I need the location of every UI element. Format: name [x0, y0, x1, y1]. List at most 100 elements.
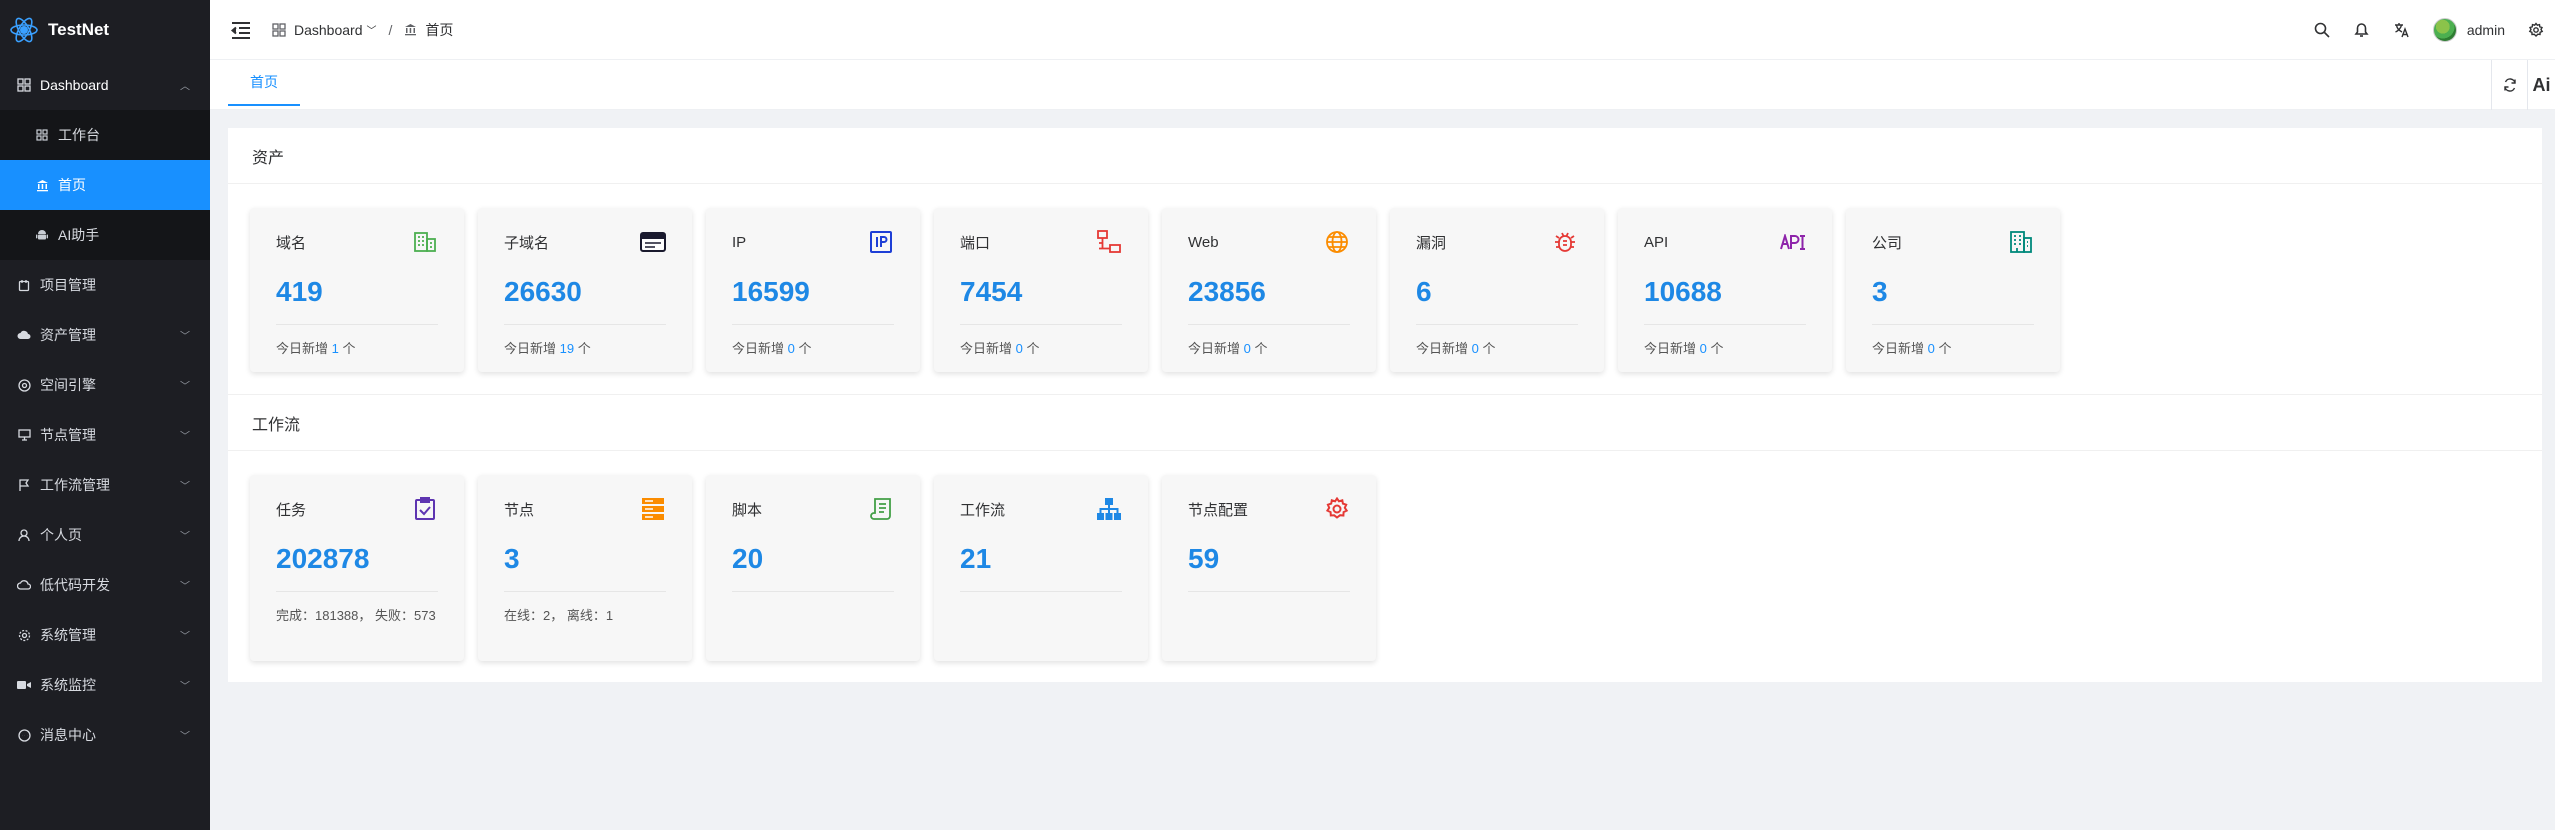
- footer-suffix: 个: [1254, 341, 1268, 356]
- stat-card-tasks[interactable]: 任务 202878 完成：181388， 失败：573: [250, 475, 464, 661]
- today-count: 0: [787, 341, 795, 356]
- card-footer: 今日新增 1 个: [276, 339, 438, 359]
- bell-icon[interactable]: [2353, 21, 2371, 39]
- sidebar-item-assets[interactable]: 资产管理 ﹀: [0, 310, 210, 360]
- cloud-outline-icon: [16, 577, 32, 593]
- stat-card-web[interactable]: Web 23856 今日新增 0 个: [1162, 208, 1376, 372]
- footer-suffix: 个: [1938, 341, 1952, 356]
- sidebar: TestNet Dashboard ︿ 工作台 首页 AI助手 项目管理 资产管…: [0, 0, 210, 830]
- sidebar-item-ai-assistant[interactable]: AI助手: [0, 210, 210, 260]
- breadcrumb-current: 首页: [425, 21, 454, 38]
- divider: [732, 324, 894, 325]
- chevron-down-icon: ﹀: [180, 431, 190, 443]
- bank-icon: [405, 24, 417, 36]
- tab-tools: Ai: [2491, 60, 2555, 110]
- sidebar-item-nodes[interactable]: 节点管理 ﹀: [0, 410, 210, 460]
- dashboard-icon: [272, 22, 286, 37]
- footer-prefix: 今日新增: [504, 341, 557, 356]
- logo-icon: [10, 17, 38, 43]
- card-label: 漏洞: [1416, 234, 1447, 252]
- dashboard-icon: [16, 77, 32, 93]
- assets-section: 资产 域名 419 今日新增 1 个 子域名 26630 今日新增 19 个 I…: [228, 128, 2542, 394]
- footer-prefix: 今日新增: [276, 341, 329, 356]
- card-value: 6: [1416, 276, 1432, 307]
- sidebar-item-profile[interactable]: 个人页 ﹀: [0, 510, 210, 560]
- stat-card-domain[interactable]: 域名 419 今日新增 1 个: [250, 208, 464, 372]
- app-name: TestNet: [48, 20, 110, 39]
- stat-card-api[interactable]: API 10688 今日新增 0 个: [1618, 208, 1832, 372]
- monitor-icon: [16, 427, 32, 443]
- stat-card-ip[interactable]: IP 16599 今日新增 0 个: [706, 208, 920, 372]
- sidebar-item-workflow-mgmt[interactable]: 工作流管理 ﹀: [0, 460, 210, 510]
- footer-prefix: 今日新增: [1416, 341, 1469, 356]
- company-icon: [2008, 229, 2034, 255]
- stat-card-scripts[interactable]: 脚本 20: [706, 475, 920, 661]
- sidebar-item-system[interactable]: 系统管理 ﹀: [0, 610, 210, 660]
- stat-card-subdomain[interactable]: 子域名 26630 今日新增 19 个: [478, 208, 692, 372]
- sidebar-item-home[interactable]: 首页: [0, 160, 210, 210]
- card-footer: 今日新增 0 个: [960, 339, 1122, 359]
- ip-icon: [868, 229, 894, 255]
- sidebar-item-label: AI助手: [58, 227, 100, 243]
- today-count: 1: [331, 341, 339, 356]
- card-label: Web: [1188, 233, 1219, 251]
- footer-suffix: 个: [1482, 341, 1496, 356]
- stat-card-node-config[interactable]: 节点配置 59: [1162, 475, 1376, 661]
- header-actions: admin: [2313, 0, 2555, 60]
- user-menu[interactable]: admin: [2432, 18, 2505, 42]
- section-title: 资产: [228, 128, 2542, 184]
- breadcrumb-root[interactable]: Dashboard: [294, 22, 363, 38]
- refresh-icon[interactable]: [2491, 60, 2527, 110]
- sidebar-item-workbench[interactable]: 工作台: [0, 110, 210, 160]
- cloud-icon: [16, 327, 32, 343]
- sidebar-item-project[interactable]: 项目管理: [0, 260, 210, 310]
- script-icon: [868, 496, 894, 522]
- sidebar-item-label: 工作台: [58, 127, 100, 143]
- avatar: [2432, 18, 2457, 42]
- brand[interactable]: TestNet: [0, 0, 210, 60]
- card-value: 16599: [732, 276, 810, 307]
- gear-icon: [1324, 496, 1350, 522]
- card-label: 端口: [960, 234, 991, 252]
- sidebar-item-monitor[interactable]: 系统监控 ﹀: [0, 660, 210, 710]
- footer-prefix: 今日新增: [1188, 341, 1241, 356]
- asset-cards: 域名 419 今日新增 1 个 子域名 26630 今日新增 19 个 IP 1…: [228, 184, 2542, 372]
- sidebar-item-space-engine[interactable]: 空间引擎 ﹀: [0, 360, 210, 410]
- sidebar-item-dashboard[interactable]: Dashboard ︿: [0, 60, 210, 110]
- stat-card-company[interactable]: 公司 3 今日新增 0 个: [1846, 208, 2060, 372]
- tab-bar: 首页 Ai: [210, 60, 2555, 110]
- menu-fold-icon[interactable]: [230, 19, 252, 41]
- gear-icon[interactable]: [2527, 21, 2545, 39]
- footer-suffix: 个: [577, 341, 591, 356]
- today-count: 0: [1927, 341, 1935, 356]
- today-count: 0: [1015, 341, 1023, 356]
- chevron-down-icon: ﹀: [180, 331, 190, 343]
- video-icon: [16, 677, 32, 693]
- stat-card-workflows[interactable]: 工作流 21: [934, 475, 1148, 661]
- card-label: 子域名: [504, 234, 550, 252]
- translate-icon[interactable]: [2393, 21, 2411, 39]
- sidebar-item-label: 个人页: [40, 527, 82, 543]
- ai-button[interactable]: Ai: [2527, 60, 2555, 110]
- card-value: 7454: [960, 276, 1023, 307]
- divider: [732, 591, 894, 592]
- stat-card-vuln[interactable]: 漏洞 6 今日新增 0 个: [1390, 208, 1604, 372]
- today-count: 0: [1699, 341, 1707, 356]
- today-count: 0: [1471, 341, 1479, 356]
- divider: [1644, 324, 1806, 325]
- tab-home[interactable]: 首页: [228, 60, 300, 106]
- sidebar-item-lowcode[interactable]: 低代码开发 ﹀: [0, 560, 210, 610]
- sidebar-item-messages[interactable]: 消息中心 ﹀: [0, 710, 210, 760]
- footer-suffix: 个: [342, 341, 356, 356]
- card-label: 任务: [276, 501, 307, 519]
- stat-card-port[interactable]: 端口 7454 今日新增 0 个: [934, 208, 1148, 372]
- today-count: 0: [1243, 341, 1251, 356]
- card-value: 23856: [1188, 276, 1266, 307]
- search-icon[interactable]: [2313, 21, 2331, 39]
- chevron-down-icon: ﹀: [180, 731, 190, 743]
- card-value: 59: [1188, 543, 1220, 574]
- divider: [1416, 324, 1578, 325]
- stat-card-nodes[interactable]: 节点 3 在线：2， 离线：1: [478, 475, 692, 661]
- card-footer: 在线：2， 离线：1: [504, 608, 614, 623]
- sidebar-item-label: 系统管理: [40, 627, 96, 643]
